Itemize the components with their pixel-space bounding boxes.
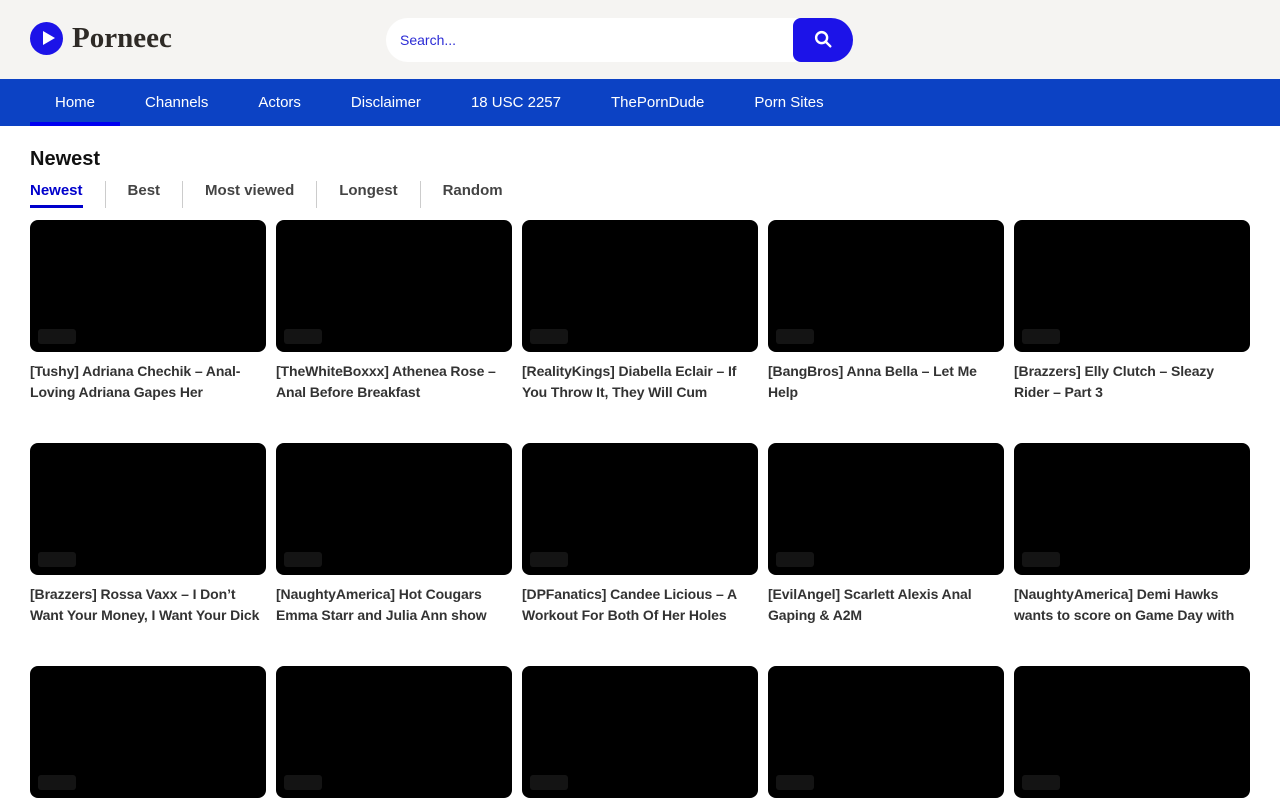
video-title[interactable]: [Tushy] Adriana Chechik – Anal-Loving Ad… bbox=[30, 361, 266, 403]
duration-badge bbox=[38, 329, 76, 344]
tab-random[interactable]: Random bbox=[420, 181, 525, 208]
video-thumbnail[interactable] bbox=[30, 666, 266, 798]
video-thumbnail[interactable] bbox=[768, 666, 1004, 798]
video-thumbnail[interactable] bbox=[276, 220, 512, 352]
duration-badge bbox=[284, 552, 322, 567]
duration-badge bbox=[776, 552, 814, 567]
video-card[interactable]: [Brazzers] Rossa Vaxx – I Don’t Want You… bbox=[30, 443, 266, 626]
tab-best[interactable]: Best bbox=[105, 181, 183, 208]
duration-badge bbox=[530, 552, 568, 567]
video-thumbnail[interactable] bbox=[522, 220, 758, 352]
video-thumbnail[interactable] bbox=[276, 666, 512, 798]
main-nav: Home Channels Actors Disclaimer 18 USC 2… bbox=[0, 79, 1280, 126]
duration-badge bbox=[1022, 775, 1060, 790]
nav-item-home[interactable]: Home bbox=[30, 79, 120, 126]
video-grid: [Tushy] Adriana Chechik – Anal-Loving Ad… bbox=[30, 220, 1250, 800]
play-icon bbox=[30, 22, 63, 55]
video-card[interactable]: [NaughtyAmerica] Hot Cougars Emma Starr … bbox=[276, 443, 512, 626]
duration-badge bbox=[1022, 552, 1060, 567]
duration-badge bbox=[38, 552, 76, 567]
nav-item-theporndude[interactable]: ThePornDude bbox=[586, 79, 729, 126]
site-header: Porneec bbox=[0, 0, 1280, 79]
video-card[interactable]: [Tushy] Adriana Chechik – Anal-Loving Ad… bbox=[30, 220, 266, 403]
nav-item-18-usc-2257[interactable]: 18 USC 2257 bbox=[446, 79, 586, 126]
sort-tabs: Newest Best Most viewed Longest Random bbox=[30, 181, 1250, 208]
video-thumbnail[interactable] bbox=[30, 220, 266, 352]
video-card[interactable]: [DPFanatics] Candee Licious – A Workout … bbox=[522, 443, 758, 626]
video-title[interactable]: [NaughtyAmerica] Hot Cougars Emma Starr … bbox=[276, 584, 512, 626]
video-title[interactable]: [DPFanatics] Candee Licious – A Workout … bbox=[522, 584, 758, 626]
video-title[interactable]: [TheWhiteBoxxx] Athenea Rose – Anal Befo… bbox=[276, 361, 512, 403]
search-icon bbox=[812, 28, 834, 53]
video-thumbnail[interactable] bbox=[768, 443, 1004, 575]
search-button[interactable] bbox=[793, 18, 853, 62]
video-title[interactable]: [EvilAngel] Scarlett Alexis Anal Gaping … bbox=[768, 584, 1004, 626]
video-thumbnail[interactable] bbox=[276, 443, 512, 575]
video-title[interactable]: [Brazzers] Elly Clutch – Sleazy Rider – … bbox=[1014, 361, 1250, 403]
tab-newest[interactable]: Newest bbox=[30, 181, 105, 208]
video-card[interactable] bbox=[276, 666, 512, 800]
duration-badge bbox=[530, 775, 568, 790]
duration-badge bbox=[1022, 329, 1060, 344]
main-content: Newest Newest Best Most viewed Longest R… bbox=[0, 148, 1280, 800]
duration-badge bbox=[530, 329, 568, 344]
video-thumbnail[interactable] bbox=[1014, 666, 1250, 798]
video-card[interactable]: [Brazzers] Elly Clutch – Sleazy Rider – … bbox=[1014, 220, 1250, 403]
video-card[interactable]: [NaughtyAmerica] Demi Hawks wants to sco… bbox=[1014, 443, 1250, 626]
video-thumbnail[interactable] bbox=[768, 220, 1004, 352]
nav-item-disclaimer[interactable]: Disclaimer bbox=[326, 79, 446, 126]
nav-item-channels[interactable]: Channels bbox=[120, 79, 233, 126]
page-title: Newest bbox=[30, 148, 1250, 171]
video-card[interactable]: [EvilAngel] Scarlett Alexis Anal Gaping … bbox=[768, 443, 1004, 626]
tab-longest[interactable]: Longest bbox=[316, 181, 419, 208]
site-logo[interactable]: Porneec bbox=[30, 22, 172, 55]
video-card[interactable] bbox=[30, 666, 266, 800]
video-title[interactable]: [Brazzers] Rossa Vaxx – I Don’t Want You… bbox=[30, 584, 266, 626]
video-title[interactable]: [RealityKings] Diabella Eclair – If You … bbox=[522, 361, 758, 403]
search-form bbox=[386, 18, 853, 62]
video-thumbnail[interactable] bbox=[30, 443, 266, 575]
duration-badge bbox=[284, 329, 322, 344]
video-card[interactable]: [RealityKings] Diabella Eclair – If You … bbox=[522, 220, 758, 403]
video-card[interactable] bbox=[768, 666, 1004, 800]
tab-most-viewed[interactable]: Most viewed bbox=[182, 181, 316, 208]
video-card[interactable] bbox=[522, 666, 758, 800]
duration-badge bbox=[776, 775, 814, 790]
video-title[interactable]: [NaughtyAmerica] Demi Hawks wants to sco… bbox=[1014, 584, 1250, 626]
video-thumbnail[interactable] bbox=[522, 443, 758, 575]
video-card[interactable] bbox=[1014, 666, 1250, 800]
duration-badge bbox=[776, 329, 814, 344]
video-title[interactable]: [BangBros] Anna Bella – Let Me Help bbox=[768, 361, 1004, 403]
video-thumbnail[interactable] bbox=[1014, 220, 1250, 352]
video-thumbnail[interactable] bbox=[522, 666, 758, 798]
video-card[interactable]: [TheWhiteBoxxx] Athenea Rose – Anal Befo… bbox=[276, 220, 512, 403]
search-input[interactable] bbox=[386, 18, 793, 62]
duration-badge bbox=[284, 775, 322, 790]
nav-item-porn-sites[interactable]: Porn Sites bbox=[729, 79, 848, 126]
video-thumbnail[interactable] bbox=[1014, 443, 1250, 575]
nav-item-actors[interactable]: Actors bbox=[233, 79, 326, 126]
duration-badge bbox=[38, 775, 76, 790]
logo-text: Porneec bbox=[72, 22, 172, 55]
video-card[interactable]: [BangBros] Anna Bella – Let Me Help bbox=[768, 220, 1004, 403]
